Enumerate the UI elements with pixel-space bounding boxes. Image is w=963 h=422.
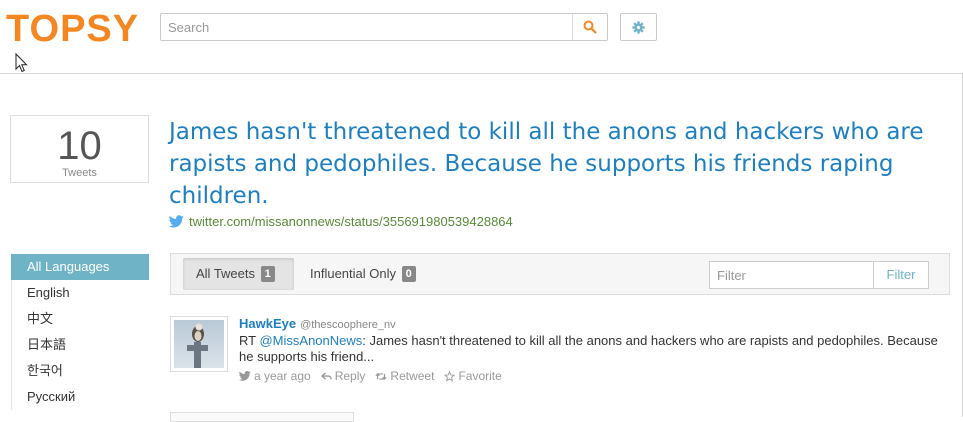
- tweet-count-label: Tweets: [62, 167, 97, 179]
- search-box: [160, 13, 608, 41]
- cursor-icon: [15, 53, 28, 73]
- language-item-chinese[interactable]: 中文: [11, 306, 149, 332]
- twitter-bird-icon: [239, 371, 251, 381]
- avatar-image: [174, 320, 224, 368]
- tab-all-tweets-count: 1: [260, 266, 275, 282]
- tweet-item: HawkEye @thescoophere_nv RT @MissAnonNew…: [239, 316, 951, 384]
- filter-input[interactable]: [709, 261, 873, 289]
- search-button[interactable]: [572, 14, 607, 40]
- star-icon: [444, 370, 456, 382]
- tweet-author[interactable]: HawkEye: [239, 316, 296, 332]
- search-input[interactable]: [161, 14, 573, 40]
- search-icon: [583, 20, 597, 34]
- tab-influential-only[interactable]: Influential Only 0: [297, 258, 429, 290]
- tweet-count-box: 10 Tweets: [10, 115, 149, 183]
- twitter-bird-icon: [169, 215, 184, 228]
- language-item-russian[interactable]: Русский: [11, 384, 149, 410]
- source-link[interactable]: twitter.com/missanonnews/status/35569198…: [169, 214, 513, 229]
- language-item-korean[interactable]: 한국어: [11, 358, 149, 384]
- tweet-count-value: 10: [57, 124, 102, 168]
- favorite-label: Favorite: [458, 369, 502, 383]
- tab-all-tweets-label: All Tweets: [196, 266, 256, 281]
- language-item-japanese[interactable]: 日本語: [11, 332, 149, 358]
- language-list: All Languages English 中文 日本語 한국어 Русский: [11, 254, 149, 410]
- reply-button[interactable]: Reply: [320, 368, 366, 384]
- reply-icon: [320, 371, 332, 380]
- tab-influential-label: Influential Only: [310, 266, 396, 281]
- language-item-english[interactable]: English: [11, 280, 149, 306]
- header-divider: [0, 73, 963, 74]
- reply-label: Reply: [334, 369, 366, 383]
- avatar[interactable]: [170, 316, 228, 372]
- tweet-mention[interactable]: @MissAnonNews: [259, 333, 362, 348]
- favorite-button[interactable]: Favorite: [444, 368, 502, 384]
- tweet-rt-prefix: RT: [239, 333, 260, 348]
- topsy-logo[interactable]: TOPSY: [6, 8, 139, 51]
- source-url[interactable]: twitter.com/missanonnews/status/35569198…: [189, 214, 513, 229]
- retweet-button[interactable]: Retweet: [375, 368, 434, 384]
- language-item-all[interactable]: All Languages: [11, 254, 149, 280]
- settings-button[interactable]: [620, 13, 657, 41]
- gear-icon: [632, 20, 645, 34]
- pagination-box: [170, 412, 354, 422]
- tweet-timestamp[interactable]: a year ago: [239, 368, 311, 384]
- tweet-filter-bar: All Tweets 1 Influential Only 0 Filter: [170, 253, 950, 295]
- page-title: James hasn't threatened to kill all the …: [169, 119, 924, 209]
- retweet-label: Retweet: [390, 369, 435, 383]
- tweet-text: RT @MissAnonNews: James hasn't threatene…: [239, 333, 951, 365]
- tweet-handle[interactable]: @thescoophere_nv: [300, 317, 396, 333]
- retweet-icon: [375, 372, 387, 380]
- tab-influential-count: 0: [401, 266, 416, 282]
- filter-button[interactable]: Filter: [873, 261, 929, 289]
- tweet-actions: a year ago Reply Retweet Favorite: [239, 368, 951, 384]
- tab-all-tweets[interactable]: All Tweets 1: [183, 258, 294, 290]
- tweet-time: a year ago: [254, 369, 311, 383]
